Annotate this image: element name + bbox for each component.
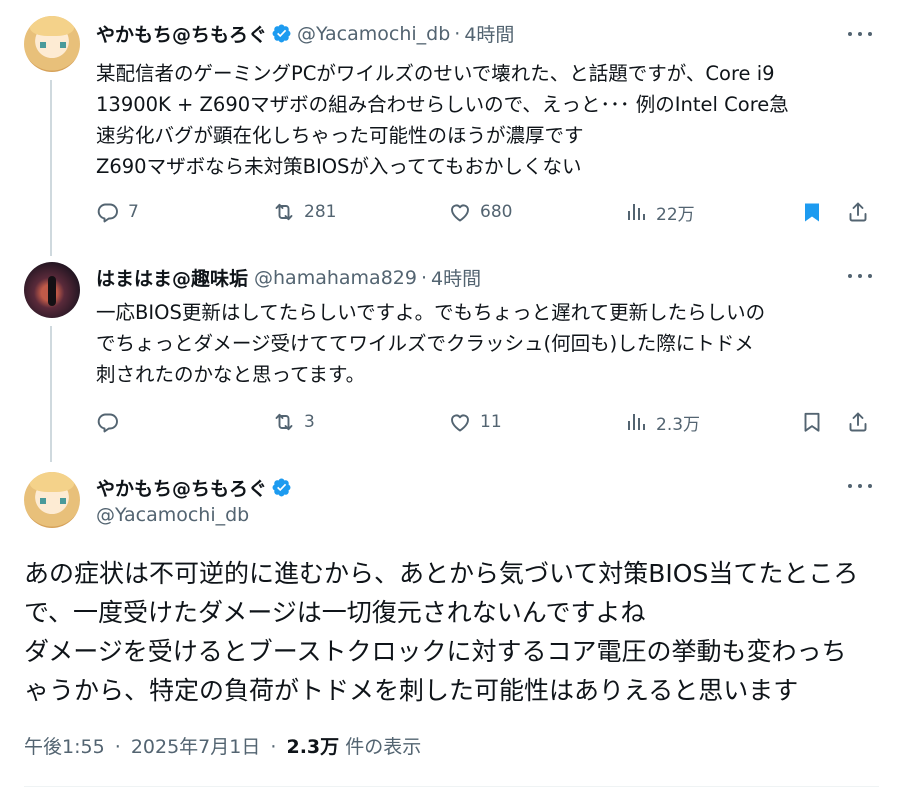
views-chart-icon bbox=[628, 414, 645, 430]
views-chart-icon bbox=[628, 204, 645, 220]
action-bar: 7 281 680 22万 bbox=[96, 197, 876, 227]
author-handle[interactable]: @Yacamochi_db bbox=[96, 504, 249, 526]
more-icon[interactable] bbox=[842, 474, 878, 498]
post-meta: 午後1:55 · 2025年7月1日 · 2.3万 件の表示 bbox=[24, 732, 421, 759]
separator: · bbox=[454, 22, 461, 45]
verified-badge-icon bbox=[272, 24, 291, 43]
post-header: はまはま@趣味垢 @hamahama829 · 4時間 bbox=[96, 264, 481, 291]
action-bar: 3 11 2.3万 bbox=[96, 407, 876, 437]
more-icon[interactable] bbox=[842, 264, 878, 288]
share-icon bbox=[849, 202, 867, 222]
share-button[interactable] bbox=[846, 407, 870, 437]
post-date[interactable]: 2025年7月1日 bbox=[131, 736, 261, 758]
reply-icon bbox=[97, 413, 118, 433]
repost-icon bbox=[275, 203, 293, 221]
verified-badge-icon bbox=[272, 478, 291, 497]
reply-icon bbox=[97, 203, 118, 223]
share-icon bbox=[849, 412, 867, 432]
post-text: 一応BIOS更新はしてたらしいですよ。でもちょっと遅れて更新したらしいの でちょ… bbox=[96, 301, 766, 386]
repost-icon bbox=[275, 413, 293, 431]
thread-line bbox=[50, 80, 52, 256]
author-name[interactable]: はまはま@趣味垢 bbox=[96, 264, 248, 291]
avatar[interactable] bbox=[24, 16, 80, 72]
views-count: 2.3万 bbox=[656, 414, 701, 435]
separator: · bbox=[270, 736, 277, 758]
avatar[interactable] bbox=[24, 472, 80, 528]
author-name[interactable]: やかもち@ちもろぐ bbox=[96, 20, 267, 47]
like-button[interactable]: 680 bbox=[448, 197, 512, 227]
views-count: 22万 bbox=[656, 204, 695, 225]
repost-button[interactable]: 3 bbox=[272, 407, 315, 437]
bookmark-icon bbox=[804, 412, 820, 432]
views-button[interactable]: 2.3万 bbox=[624, 407, 700, 437]
post-header: やかもち@ちもろぐ @Yacamochi_db · 4時間 bbox=[96, 20, 514, 47]
like-count: 680 bbox=[480, 202, 513, 222]
author-handle[interactable]: @Yacamochi_db bbox=[297, 23, 450, 45]
repost-count: 281 bbox=[304, 202, 337, 222]
author-name[interactable]: やかもち@ちもろぐ bbox=[96, 474, 267, 501]
bookmark-button[interactable] bbox=[800, 407, 824, 437]
reply-button[interactable] bbox=[96, 407, 128, 437]
views-label[interactable]: 件の表示 bbox=[345, 736, 421, 758]
post-time[interactable]: 4時間 bbox=[464, 20, 514, 47]
repost-button[interactable]: 281 bbox=[272, 197, 336, 227]
separator: · bbox=[420, 266, 428, 289]
thread-line bbox=[50, 326, 52, 462]
share-button[interactable] bbox=[846, 197, 870, 227]
reply-button[interactable]: 7 bbox=[96, 197, 139, 227]
post-header: やかもち@ちもろぐ bbox=[96, 474, 297, 501]
author-handle[interactable]: @hamahama829 bbox=[254, 267, 417, 289]
post-text: あの症状は不可逆的に進むから、あとから気づいて対策BIOS当てたところ で、一度… bbox=[24, 559, 859, 705]
bookmark-button[interactable] bbox=[800, 197, 824, 227]
like-count: 11 bbox=[480, 412, 502, 432]
avatar[interactable] bbox=[24, 262, 80, 318]
more-icon[interactable] bbox=[842, 22, 878, 46]
heart-icon bbox=[451, 414, 469, 432]
separator: · bbox=[114, 736, 121, 758]
post-text: 某配信者のゲーミングPCがワイルズのせいで壊れた、と話題ですが、Core i9 … bbox=[96, 62, 789, 178]
views-button[interactable]: 22万 bbox=[624, 197, 695, 227]
post-time[interactable]: 午後1:55 bbox=[24, 736, 105, 758]
like-button[interactable]: 11 bbox=[448, 407, 502, 437]
repost-count: 3 bbox=[304, 412, 315, 432]
divider bbox=[24, 786, 879, 787]
post-time[interactable]: 4時間 bbox=[431, 264, 481, 291]
bookmark-icon bbox=[805, 203, 819, 222]
reply-count: 7 bbox=[128, 202, 139, 222]
heart-icon bbox=[451, 204, 469, 222]
views-count[interactable]: 2.3万 bbox=[286, 736, 339, 758]
